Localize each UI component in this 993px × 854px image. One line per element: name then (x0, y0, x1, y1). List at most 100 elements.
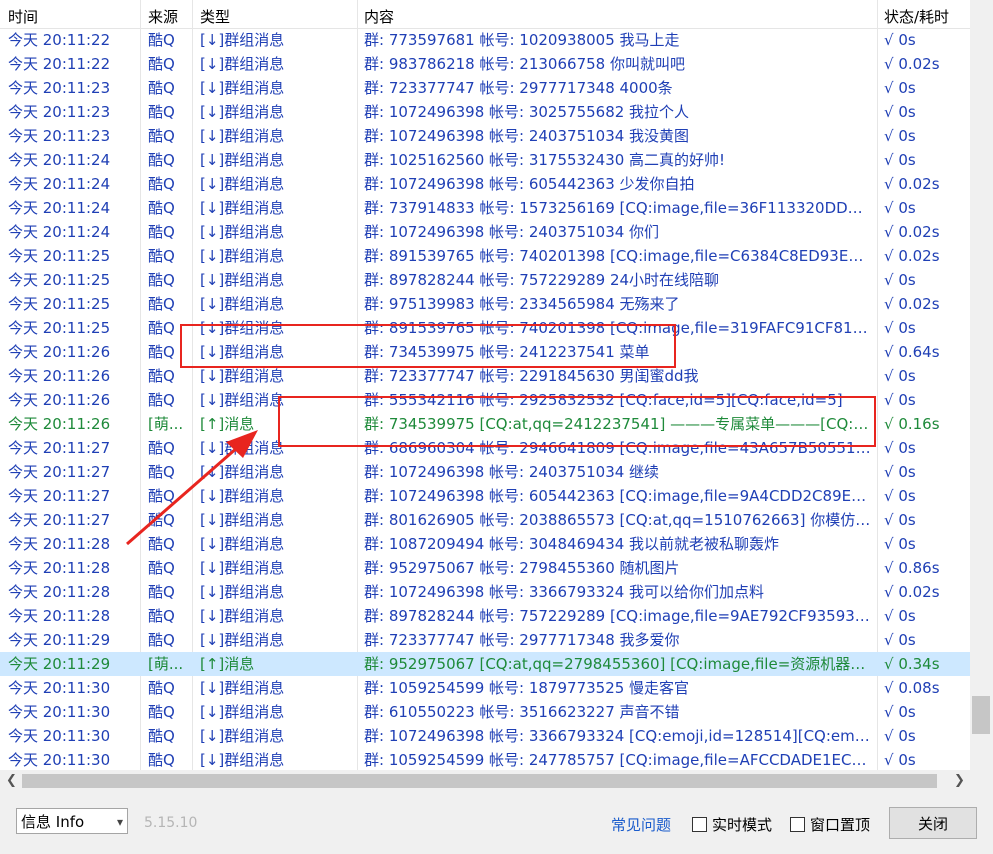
table-row[interactable]: 今天 20:11:28 酷Q [↓]群组消息 群: 952975067 帐号: 279… (0, 556, 970, 580)
cell-content: 群: 1072496398 帐号: 605442363 [CQ:image,fi… (364, 487, 872, 505)
cell-content: 群: 1072496398 帐号: 2403751034 继续 (364, 463, 660, 481)
cell-status: √ 0.02s (884, 55, 940, 73)
table-row[interactable]: 今天 20:11:30 酷Q [↓]群组消息 群: 1072496398 帐号: 33… (0, 724, 970, 748)
table-row[interactable]: 今天 20:11:30 酷Q [↓]群组消息 群: 1059254599 帐号: 24… (0, 748, 970, 772)
horizontal-scrollbar-thumb[interactable] (22, 774, 937, 788)
table-row[interactable]: 今天 20:11:27 酷Q [↓]群组消息 群: 1072496398 帐号: 24… (0, 460, 970, 484)
cell-source: 酷Q (148, 223, 175, 241)
version-label: 5.15.10 (144, 815, 198, 831)
cell-content: 群: 1072496398 帐号: 3366793324 [CQ:emoji,i… (364, 727, 872, 745)
chevron-down-icon: ▾ (116, 815, 123, 829)
table-row[interactable]: 今天 20:11:27 酷Q [↓]群组消息 群: 801626905 帐号: 203… (0, 508, 970, 532)
cell-type: [↓]群组消息 (200, 175, 285, 193)
cell-source: 酷Q (148, 103, 175, 121)
realtime-mode-checkbox[interactable]: 实时模式 (692, 814, 772, 835)
cell-content: 群: 897828244 帐号: 757229289 24小时在线陪聊 (364, 271, 720, 289)
table-row[interactable]: 今天 20:11:29 酷Q [↓]群组消息 群: 723377747 帐号: 297… (0, 628, 970, 652)
cell-type: [↓]群组消息 (200, 583, 285, 601)
cell-time: 今天 20:11:28 (8, 535, 111, 553)
cell-status: √ 0s (884, 631, 916, 649)
cell-source: 酷Q (148, 439, 175, 457)
table-row[interactable]: 今天 20:11:24 酷Q [↓]群组消息 群: 1072496398 帐号: 24… (0, 220, 970, 244)
window-on-top-checkbox[interactable]: 窗口置顶 (790, 814, 870, 835)
cell-content: 群: 773597681 帐号: 1020938005 我马上走 (364, 31, 680, 49)
cell-type: [↓]群组消息 (200, 151, 285, 169)
cell-content: 群: 723377747 帐号: 2977717348 4000条 (364, 79, 673, 97)
table-row[interactable]: 今天 20:11:23 酷Q [↓]群组消息 群: 1072496398 帐号: 24… (0, 124, 970, 148)
cell-time: 今天 20:11:23 (8, 79, 111, 97)
cell-time: 今天 20:11:25 (8, 247, 111, 265)
column-header-time[interactable]: 时间 (8, 6, 38, 27)
cell-status: √ 0.16s (884, 415, 940, 433)
cell-source: 酷Q (148, 679, 175, 697)
table-row[interactable]: 今天 20:11:29 [萌... [↑]消息 群: 952975067 [CQ:at… (0, 652, 970, 676)
table-row[interactable]: 今天 20:11:24 酷Q [↓]群组消息 群: 737914833 帐号: 157… (0, 196, 970, 220)
cell-status: √ 0s (884, 535, 916, 553)
table-row[interactable]: 今天 20:11:22 酷Q [↓]群组消息 群: 773597681 帐号: 102… (0, 28, 970, 52)
table-row[interactable]: 今天 20:11:24 酷Q [↓]群组消息 群: 1025162560 帐号: 31… (0, 148, 970, 172)
table-row[interactable]: 今天 20:11:25 酷Q [↓]群组消息 群: 975139983 帐号: 233… (0, 292, 970, 316)
cell-status: √ 0s (884, 751, 916, 769)
table-row[interactable]: 今天 20:11:30 酷Q [↓]群组消息 群: 610550223 帐号: 351… (0, 700, 970, 724)
cell-type: [↓]群组消息 (200, 31, 285, 49)
cell-source: 酷Q (148, 583, 175, 601)
checkbox-box[interactable] (790, 817, 805, 832)
table-row[interactable]: 今天 20:11:25 酷Q [↓]群组消息 群: 897828244 帐号: 757… (0, 268, 970, 292)
vertical-scrollbar-thumb[interactable] (972, 696, 990, 734)
cell-status: √ 0.08s (884, 679, 940, 697)
cell-time: 今天 20:11:29 (8, 631, 111, 649)
cell-time: 今天 20:11:23 (8, 103, 111, 121)
log-level-select[interactable]: 信息 Info ▾ (16, 808, 128, 834)
column-header-status[interactable]: 状态/耗时 (884, 6, 949, 27)
cell-content: 群: 1072496398 帐号: 605442363 少发你自拍 (364, 175, 695, 193)
cell-status: √ 0s (884, 367, 916, 385)
table-row[interactable]: 今天 20:11:25 酷Q [↓]群组消息 群: 891539765 帐号: 740… (0, 244, 970, 268)
column-header-content[interactable]: 内容 (364, 6, 394, 27)
cell-source: 酷Q (148, 559, 175, 577)
table-row[interactable]: 今天 20:11:30 酷Q [↓]群组消息 群: 1059254599 帐号: 18… (0, 676, 970, 700)
cell-status: √ 0.86s (884, 559, 940, 577)
table-row[interactable]: 今天 20:11:28 酷Q [↓]群组消息 群: 1072496398 帐号: 33… (0, 580, 970, 604)
cell-content: 群: 1072496398 帐号: 3366793324 我可以给你们加点料 (364, 583, 765, 601)
cell-content: 群: 1025162560 帐号: 3175532430 高二真的好帅! (364, 151, 726, 169)
cell-content: 群: 983786218 帐号: 213066758 你叫就叫吧 (364, 55, 685, 73)
chevron-right-icon[interactable]: ❯ (954, 773, 965, 788)
table-row[interactable]: 今天 20:11:23 酷Q [↓]群组消息 群: 723377747 帐号: 297… (0, 76, 970, 100)
cell-time: 今天 20:11:26 (8, 415, 111, 433)
checkbox-box[interactable] (692, 817, 707, 832)
cell-status: √ 0s (884, 319, 916, 337)
cell-type: [↓]群组消息 (200, 463, 285, 481)
cell-source: 酷Q (148, 511, 175, 529)
cell-status: √ 0s (884, 103, 916, 121)
faq-link[interactable]: 常见问题 (611, 814, 671, 835)
cell-status: √ 0s (884, 703, 916, 721)
vertical-scrollbar[interactable] (970, 0, 993, 770)
cell-type: [↑]消息 (200, 655, 255, 673)
cell-content: 群: 1072496398 帐号: 2403751034 我没黄图 (364, 127, 690, 145)
close-button[interactable]: 关闭 (889, 807, 977, 839)
table-row[interactable]: 今天 20:11:28 酷Q [↓]群组消息 群: 1087209494 帐号: 30… (0, 532, 970, 556)
cell-source: 酷Q (148, 631, 175, 649)
table-row[interactable]: 今天 20:11:24 酷Q [↓]群组消息 群: 1072496398 帐号: 60… (0, 172, 970, 196)
cell-type: [↓]群组消息 (200, 127, 285, 145)
cell-content: 群: 975139983 帐号: 2334565984 无殇来了 (364, 295, 680, 313)
cell-time: 今天 20:11:22 (8, 31, 111, 49)
table-row[interactable]: 今天 20:11:23 酷Q [↓]群组消息 群: 1072496398 帐号: 30… (0, 100, 970, 124)
column-header-source[interactable]: 来源 (148, 6, 178, 27)
cell-source: 酷Q (148, 751, 175, 769)
cell-content: 群: 1059254599 帐号: 1879773525 慢走客官 (364, 679, 690, 697)
annotation-highlight-box (180, 324, 676, 368)
cell-source: 酷Q (148, 607, 175, 625)
cell-type: [↓]群组消息 (200, 295, 285, 313)
table-row[interactable]: 今天 20:11:28 酷Q [↓]群组消息 群: 897828244 帐号: 757… (0, 604, 970, 628)
chevron-left-icon[interactable]: ❮ (6, 773, 17, 788)
cell-source: 酷Q (148, 535, 175, 553)
cell-type: [↓]群组消息 (200, 751, 285, 769)
table-row[interactable]: 今天 20:11:22 酷Q [↓]群组消息 群: 983786218 帐号: 213… (0, 52, 970, 76)
cell-status: √ 0s (884, 271, 916, 289)
cell-type: [↓]群组消息 (200, 607, 285, 625)
table-row[interactable]: 今天 20:11:27 酷Q [↓]群组消息 群: 1072496398 帐号: 60… (0, 484, 970, 508)
cell-time: 今天 20:11:26 (8, 343, 111, 361)
cell-source: 酷Q (148, 295, 175, 313)
column-header-type[interactable]: 类型 (200, 6, 230, 27)
